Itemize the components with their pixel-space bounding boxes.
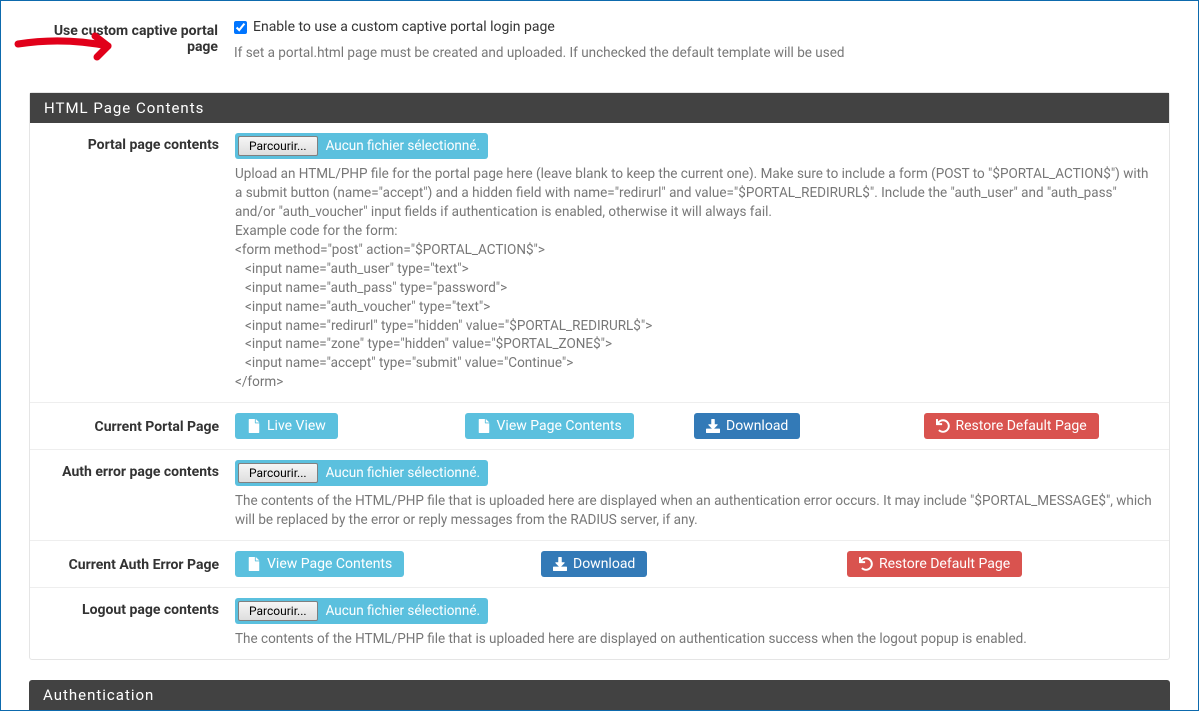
html-page-contents-heading: HTML Page Contents — [30, 93, 1169, 123]
current-portal-label: Current Portal Page — [30, 413, 235, 439]
undo-icon — [936, 419, 950, 433]
custom-portal-checkbox[interactable] — [234, 21, 247, 34]
view-page-contents-button[interactable]: View Page Contents — [465, 413, 634, 439]
portal-page-help: Upload an HTML/PHP file for the portal p… — [235, 165, 1153, 222]
download-icon — [553, 557, 567, 571]
auth-error-browse-button[interactable]: Parcourir... — [238, 463, 318, 483]
custom-portal-panel: Use custom captive portal page Enable to… — [29, 1, 1170, 72]
auth-restore-default-button[interactable]: Restore Default Page — [847, 551, 1022, 577]
auth-view-page-contents-button[interactable]: View Page Contents — [235, 551, 404, 577]
file-icon — [247, 419, 261, 433]
portal-page-example-intro: Example code for the form: — [235, 222, 1153, 241]
live-view-button[interactable]: Live View — [235, 413, 338, 439]
download-label: Download — [726, 418, 788, 434]
custom-portal-checkbox-text: Enable to use a custom captive portal lo… — [253, 19, 555, 35]
auth-error-label: Auth error page contents — [30, 460, 235, 530]
portal-page-file-input[interactable]: Parcourir... Aucun fichier sélectionné. — [235, 133, 488, 159]
auth-error-help: The contents of the HTML/PHP file that i… — [235, 492, 1153, 530]
live-view-label: Live View — [267, 418, 326, 434]
portal-page-example-code: <form method="post" action="$PORTAL_ACTI… — [235, 241, 1153, 392]
portal-page-file-status: Aucun fichier sélectionné. — [326, 138, 481, 154]
custom-portal-help: If set a portal.html page must be create… — [234, 44, 1154, 63]
auth-download-label: Download — [573, 556, 635, 572]
html-page-contents-panel: HTML Page Contents Portal page contents … — [29, 92, 1170, 659]
view-page-contents-label: View Page Contents — [497, 418, 622, 434]
undo-icon — [859, 557, 873, 571]
auth-error-file-status: Aucun fichier sélectionné. — [326, 465, 481, 481]
restore-default-button[interactable]: Restore Default Page — [924, 413, 1099, 439]
file-icon — [477, 419, 491, 433]
download-button[interactable]: Download — [694, 413, 800, 439]
logout-help: The contents of the HTML/PHP file that i… — [235, 630, 1153, 649]
auth-error-file-input[interactable]: Parcourir... Aucun fichier sélectionné. — [235, 460, 488, 486]
download-icon — [706, 419, 720, 433]
portal-page-label: Portal page contents — [30, 133, 235, 392]
logout-browse-button[interactable]: Parcourir... — [238, 601, 318, 621]
file-icon — [247, 557, 261, 571]
authentication-heading: Authentication — [29, 680, 1170, 710]
portal-page-browse-button[interactable]: Parcourir... — [238, 136, 318, 156]
logout-page-label: Logout page contents — [30, 598, 235, 649]
custom-portal-checkbox-label[interactable]: Enable to use a custom captive portal lo… — [234, 19, 555, 35]
auth-restore-default-label: Restore Default Page — [879, 556, 1010, 572]
custom-portal-label: Use custom captive portal page — [29, 19, 234, 62]
logout-file-status: Aucun fichier sélectionné. — [326, 603, 481, 619]
restore-default-label: Restore Default Page — [956, 418, 1087, 434]
auth-download-button[interactable]: Download — [541, 551, 647, 577]
logout-file-input[interactable]: Parcourir... Aucun fichier sélectionné. — [235, 598, 488, 624]
auth-view-page-contents-label: View Page Contents — [267, 556, 392, 572]
current-auth-error-label: Current Auth Error Page — [30, 551, 235, 577]
